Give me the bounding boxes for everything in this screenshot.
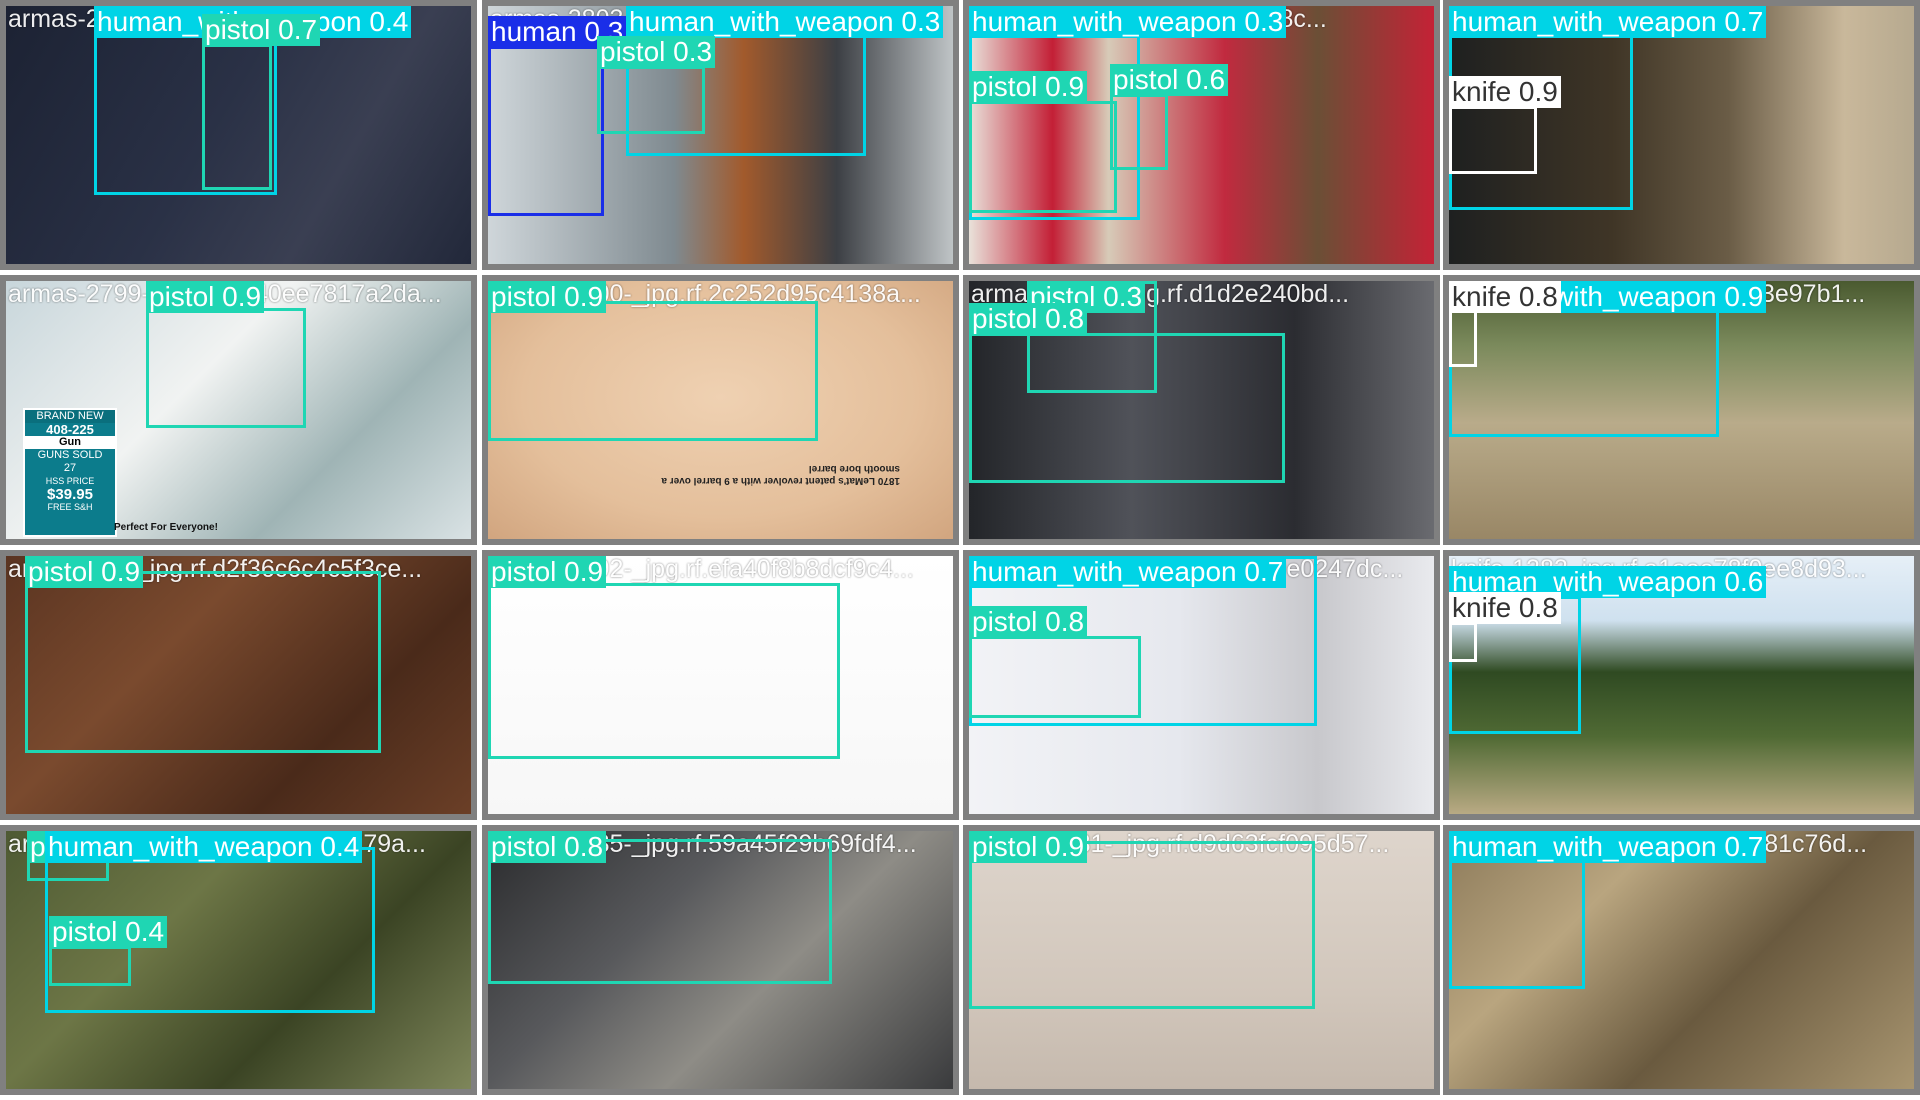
- detection-tile: armas-2803-_jpg.rf.2f8d2a...human_with_w…: [482, 0, 959, 270]
- bounding-box-pistol: [1110, 94, 1168, 170]
- sign-sold-label: GUNS SOLD: [37, 449, 103, 461]
- detection-tile: knife-1282_jpg.rf.a1aee78f0ee8d93...huma…: [1443, 550, 1920, 820]
- detection-label: pistol 0.8: [969, 303, 1088, 335]
- bounding-box-pistol: [969, 841, 1315, 1009]
- revolver-caption: 1870 LeMat's patent revolver with a 9 ba…: [661, 463, 900, 486]
- bounding-box-pistol: [488, 301, 818, 441]
- detection-label: pistol 0.9: [969, 71, 1088, 103]
- detection-label: knife 0.8: [1449, 281, 1561, 313]
- bounding-box-pistol: [488, 583, 840, 759]
- bounding-box-pistol: [969, 333, 1285, 483]
- sign-item: Gun: [25, 436, 115, 449]
- detection-label: human_with_weapon 0.7: [1449, 831, 1767, 863]
- detection-tile: armas-2792-_jpg.rf.efa40f8b8dcf9c4... pis…: [482, 550, 959, 820]
- price-sign: BRAND NEW 408-225 Gun GUNS SOLD 27 HSS P…: [23, 408, 117, 537]
- bounding-box-pistol: [969, 636, 1141, 718]
- bounding-box-pistol: [202, 44, 272, 190]
- bounding-box-knife: [1449, 622, 1477, 662]
- sign-price: $39.95: [47, 486, 93, 503]
- detection-tile: armas-2105-_jpg.rf.a6d2a3f8c...human_wit…: [963, 0, 1440, 270]
- detection-tile: armas-797-_jpg.rf.dde11a476a779a...pisto…: [0, 825, 477, 1095]
- detection-tile: armas-1631-_jpg.rf.d9d63fcf095d57... pist…: [963, 825, 1440, 1095]
- detection-label: human_with_weapon 0.7: [1449, 6, 1767, 38]
- detection-tile: knife-1071_jpg.rf.70d1bd2...human_with_w…: [1443, 0, 1920, 270]
- detection-tile: knife-1289_jpg.rf.6bc17df453e97b1...huma…: [1443, 275, 1920, 545]
- detection-grid: armas-2791-_jpg.rf.5751415b30a...human_w…: [0, 0, 1920, 1100]
- bounding-box-human-with-weapon: [1449, 841, 1585, 989]
- bounding-box-knife: [1449, 106, 1537, 174]
- detection-tile: armas-724-_jpg.rf.e1479bd9e0247dc...huma…: [963, 550, 1440, 820]
- detection-label: pistol 0.9: [146, 281, 265, 313]
- detection-tile: armas-2823-_jpg.rf.d1d2e240bd... pistol 0…: [963, 275, 1440, 545]
- detection-label: knife 0.9: [1449, 76, 1561, 108]
- detection-label: human_with_weapon 0.7: [969, 556, 1287, 588]
- bounding-box-pistol: [49, 946, 131, 986]
- detection-label: pistol 0.9: [25, 556, 144, 588]
- detection-label: pistol 0.8: [969, 606, 1088, 638]
- detection-label: human_with_weapon 0.3: [626, 6, 944, 38]
- detection-label: pistol 0.9: [969, 831, 1088, 863]
- detection-label: pistol 0.3: [597, 36, 716, 68]
- detection-tile: knife-1113_jpg.rf.dab2a55bc81c76d...huma…: [1443, 825, 1920, 1095]
- sign-shipping: FREE S&H: [47, 502, 93, 512]
- detection-label: pistol 0.6: [1110, 64, 1229, 96]
- bounding-box-pistol: [25, 571, 381, 753]
- bounding-box-pistol: [969, 101, 1117, 213]
- bounding-box-human: [488, 46, 604, 216]
- detection-label: knife 0.8: [1449, 592, 1561, 624]
- sign-tagline: Perfect For Everyone!: [114, 522, 218, 533]
- sign-sold-count: 27: [63, 462, 77, 474]
- detection-label: pistol 0.4: [49, 916, 168, 948]
- detection-label: pistol 0.7: [202, 14, 321, 46]
- bounding-box-pistol: [597, 66, 705, 134]
- detection-tile: armas-2500-_jpg.rf.2c252d95c4138a... pist…: [482, 275, 959, 545]
- detection-label: human_with_weapon 0.4: [45, 831, 363, 863]
- detection-label: pistol 0.8: [488, 831, 607, 863]
- detection-tile: armas-1085-_jpg.rf.59a45f29b69fdf4... pis…: [482, 825, 959, 1095]
- detection-tile: armas-777-_jpg.rf.d2f36c6c4c5f3ce... pist…: [0, 550, 477, 820]
- detection-label: pistol 0.9: [488, 281, 607, 313]
- bounding-box-pistol: [146, 308, 306, 428]
- detection-label: human_with_weapon 0.3: [969, 6, 1287, 38]
- detection-tile: armas-2791-_jpg.rf.5751415b30a...human_w…: [0, 0, 477, 270]
- bounding-box-knife: [1449, 307, 1477, 367]
- sign-code: 408-225: [46, 422, 94, 437]
- detection-label: pistol 0.9: [488, 556, 607, 588]
